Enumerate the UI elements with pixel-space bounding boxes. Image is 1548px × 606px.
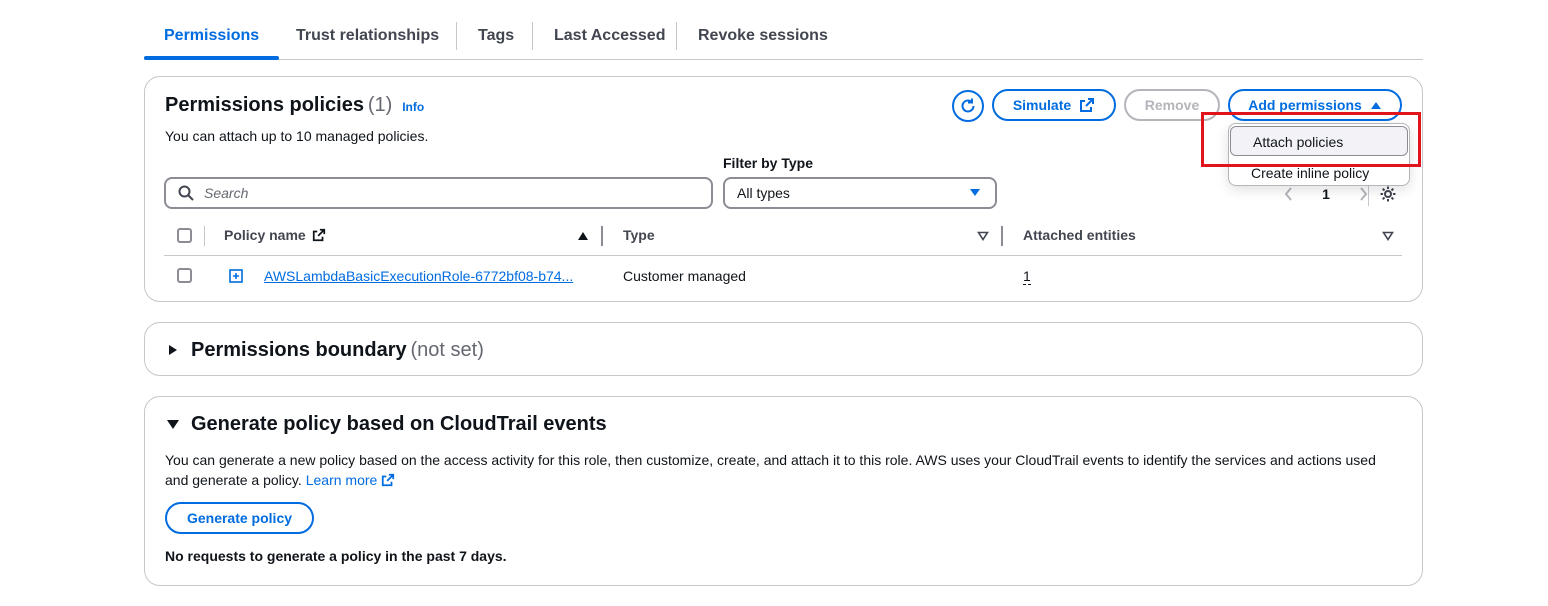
page-number[interactable]: 1 xyxy=(1322,186,1330,202)
generate-policy-description: You can generate a new policy based on t… xyxy=(165,452,1376,468)
select-all-checkbox[interactable] xyxy=(177,228,192,243)
tab-revoke-sessions[interactable]: Revoke sessions xyxy=(678,14,848,59)
sort-icon[interactable] xyxy=(1382,231,1394,241)
table-header-divider xyxy=(164,255,1402,256)
generate-policy-title: Generate policy based on CloudTrail even… xyxy=(191,413,607,435)
tab-trust-relationships[interactable]: Trust relationships xyxy=(276,14,459,59)
permissions-boundary-title: Permissions boundary xyxy=(191,339,407,361)
generate-policy-description-line2: and generate a policy. Learn more xyxy=(165,472,395,488)
column-header-attached-entities[interactable]: Attached entities xyxy=(1023,227,1136,243)
permissions-boundary-panel[interactable]: Permissions boundary (not set) xyxy=(144,322,1423,376)
caret-down-icon[interactable] xyxy=(166,419,180,431)
tab-bar: Permissions Trust relationships Tags Las… xyxy=(144,14,1423,60)
column-header-type[interactable]: Type xyxy=(623,227,655,243)
remove-button[interactable]: Remove xyxy=(1124,89,1220,121)
add-permissions-label: Add permissions xyxy=(1248,97,1362,113)
remove-label: Remove xyxy=(1144,97,1200,113)
generate-policy-button[interactable]: Generate policy xyxy=(165,502,314,534)
tab-permissions[interactable]: Permissions xyxy=(144,14,280,60)
add-permissions-button[interactable]: Add permissions xyxy=(1228,89,1402,121)
policies-count: (1) xyxy=(367,94,393,116)
permissions-policies-header: Permissions policies (1) Info xyxy=(165,94,424,117)
tab-separator xyxy=(676,22,677,50)
caret-down-icon xyxy=(970,189,980,196)
generate-policy-description-end: and generate a policy. xyxy=(165,472,302,488)
filter-type-value: All types xyxy=(737,185,790,201)
filter-type-select[interactable]: All types xyxy=(723,177,997,209)
policy-name-link[interactable]: AWSLambdaBasicExecutionRole-6772bf08-b74… xyxy=(264,268,573,284)
refresh-icon xyxy=(961,98,975,113)
menu-item-attach-policies[interactable]: Attach policies xyxy=(1230,126,1408,156)
info-link[interactable]: Info xyxy=(402,100,424,114)
sort-ascending-icon[interactable] xyxy=(577,231,589,241)
policy-type-cell: Customer managed xyxy=(623,268,746,284)
generate-policy-button-label: Generate policy xyxy=(186,510,293,526)
expand-row-icon[interactable] xyxy=(229,269,243,283)
search-placeholder: Search xyxy=(204,185,249,201)
caret-right-icon[interactable] xyxy=(167,344,179,356)
settings-gear-icon[interactable] xyxy=(1379,185,1397,203)
policies-description: You can attach up to 10 managed policies… xyxy=(165,128,429,144)
simulate-button[interactable]: Simulate xyxy=(992,89,1116,121)
refresh-button[interactable] xyxy=(952,90,984,122)
permissions-boundary-status: (not set) xyxy=(410,339,484,361)
column-divider xyxy=(601,226,603,246)
filter-by-type-label: Filter by Type xyxy=(723,155,813,171)
generate-policy-note: No requests to generate a policy in the … xyxy=(165,548,507,564)
column-divider xyxy=(1001,226,1003,246)
external-link-icon[interactable] xyxy=(381,473,395,487)
learn-more-link[interactable]: Learn more xyxy=(306,472,378,488)
policy-name-header-label: Policy name xyxy=(224,227,306,243)
search-icon xyxy=(178,185,194,201)
pagination: 1 xyxy=(1284,184,1368,204)
column-divider xyxy=(204,226,205,246)
chevron-left-icon[interactable] xyxy=(1284,187,1294,201)
attached-entities-cell[interactable]: 1 xyxy=(1023,268,1031,285)
permissions-policies-title: Permissions policies xyxy=(165,94,364,116)
column-header-policy-name[interactable]: Policy name xyxy=(224,227,326,243)
menu-item-create-inline-policy[interactable]: Create inline policy xyxy=(1229,163,1409,183)
row-checkbox[interactable] xyxy=(177,268,192,283)
external-link-icon xyxy=(312,228,325,242)
search-input[interactable]: Search xyxy=(164,177,713,209)
tab-last-accessed[interactable]: Last Accessed xyxy=(534,14,685,59)
chevron-right-icon[interactable] xyxy=(1358,187,1368,201)
tab-separator xyxy=(532,22,533,50)
tab-separator xyxy=(456,22,457,50)
add-permissions-menu: Attach policies Create inline policy xyxy=(1228,123,1410,186)
caret-up-icon xyxy=(1370,102,1381,109)
external-link-icon xyxy=(1080,98,1095,112)
tab-tags[interactable]: Tags xyxy=(458,14,534,59)
simulate-label: Simulate xyxy=(1012,97,1072,113)
sort-icon[interactable] xyxy=(977,231,989,241)
generate-policy-panel: Generate policy based on CloudTrail even… xyxy=(144,396,1423,586)
permissions-boundary-header: Permissions boundary (not set) xyxy=(191,339,484,362)
